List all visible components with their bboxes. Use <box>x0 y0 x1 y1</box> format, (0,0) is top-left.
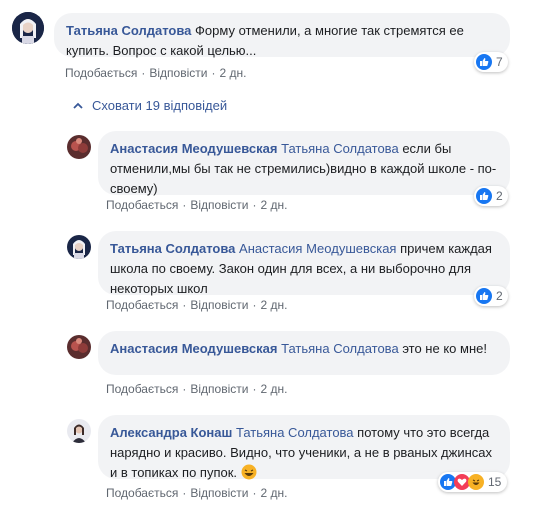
comment-time[interactable]: 2 дн. <box>260 486 287 500</box>
mention-link[interactable]: Анастасия Меодушевская <box>239 241 396 256</box>
comment-bubble: Татьяна Солдатова Форму отменили, а мног… <box>54 13 510 58</box>
haha-reaction-icon <box>468 474 484 490</box>
reaction-number: 15 <box>488 475 502 489</box>
separator: · <box>252 198 257 212</box>
like-button[interactable]: Подобається <box>106 486 178 500</box>
comment-actions: Подобається · Відповісти · 2 дн. <box>65 66 246 80</box>
reaction-count[interactable]: 2 <box>474 186 508 206</box>
reaction-number: 2 <box>496 289 503 303</box>
comment-bubble: Александра Конаш Татьяна Солдатова потом… <box>98 415 510 480</box>
comment-actions: Подобається · Відповісти · 2 дн. <box>106 298 287 312</box>
separator: · <box>182 198 187 212</box>
comment-author[interactable]: Татьяна Солдатова <box>66 23 191 38</box>
separator: · <box>211 66 216 80</box>
comment-actions: Подобається · Відповісти · 2 дн. <box>106 382 287 396</box>
separator: · <box>182 382 187 396</box>
separator: · <box>252 486 257 500</box>
separator: · <box>252 382 257 396</box>
reaction-number: 2 <box>496 189 503 203</box>
hide-replies-link[interactable]: Сховати 19 відповідей <box>72 98 227 113</box>
separator: · <box>252 298 257 312</box>
like-button[interactable]: Подобається <box>106 298 178 312</box>
reply-button[interactable]: Відповісти <box>190 382 248 396</box>
comment-text: это не ко мне! <box>402 341 487 356</box>
reply-button[interactable]: Відповісти <box>190 198 248 212</box>
like-reaction-icon <box>476 288 492 304</box>
chevron-up-icon <box>73 102 83 109</box>
comment-actions: Подобається · Відповісти · 2 дн. <box>106 486 287 500</box>
comment-actions: Подобається · Відповісти · 2 дн. <box>106 198 287 212</box>
reaction-count[interactable]: 2 <box>474 286 508 306</box>
comment-time[interactable]: 2 дн. <box>260 298 287 312</box>
comment-bubble: Анастасия Меодушевская Татьяна Солдатова… <box>98 131 510 196</box>
mention-link[interactable]: Татьяна Солдатова <box>281 341 399 356</box>
avatar[interactable] <box>67 135 91 159</box>
comment-author[interactable]: Анастасия Меодушевская <box>110 141 277 156</box>
mention-link[interactable]: Татьяна Солдатова <box>236 425 354 440</box>
comment-author[interactable]: Татьяна Солдатова <box>110 241 235 256</box>
like-button[interactable]: Подобається <box>106 382 178 396</box>
reaction-number: 7 <box>496 55 503 69</box>
reaction-count[interactable]: 7 <box>474 52 508 72</box>
comment-author[interactable]: Анастасия Меодушевская <box>110 341 277 356</box>
comment-bubble: Татьяна Солдатова Анастасия Меодушевская… <box>98 231 510 296</box>
comment-time[interactable]: 2 дн. <box>260 382 287 396</box>
avatar[interactable] <box>12 12 44 44</box>
reply-button[interactable]: Відповісти <box>149 66 207 80</box>
hide-replies-label: Сховати 19 відповідей <box>92 98 228 113</box>
separator: · <box>141 66 146 80</box>
like-button[interactable]: Подобається <box>106 198 178 212</box>
separator: · <box>182 298 187 312</box>
comment-author[interactable]: Александра Конаш <box>110 425 232 440</box>
separator: · <box>182 486 187 500</box>
comment-bubble: Анастасия Меодушевская Татьяна Солдатова… <box>98 331 510 375</box>
reaction-count[interactable]: 15 <box>438 472 508 492</box>
reply-button[interactable]: Відповісти <box>190 298 248 312</box>
like-reaction-icon <box>476 188 492 204</box>
like-reaction-icon <box>476 54 492 70</box>
comment-time[interactable]: 2 дн. <box>260 198 287 212</box>
mention-link[interactable]: Татьяна Солдатова <box>281 141 399 156</box>
avatar[interactable] <box>67 335 91 359</box>
like-button[interactable]: Подобається <box>65 66 137 80</box>
avatar[interactable] <box>67 419 91 443</box>
avatar[interactable] <box>67 235 91 259</box>
comment-time[interactable]: 2 дн. <box>219 66 246 80</box>
laughing-emoji-icon <box>241 464 257 480</box>
reply-button[interactable]: Відповісти <box>190 486 248 500</box>
